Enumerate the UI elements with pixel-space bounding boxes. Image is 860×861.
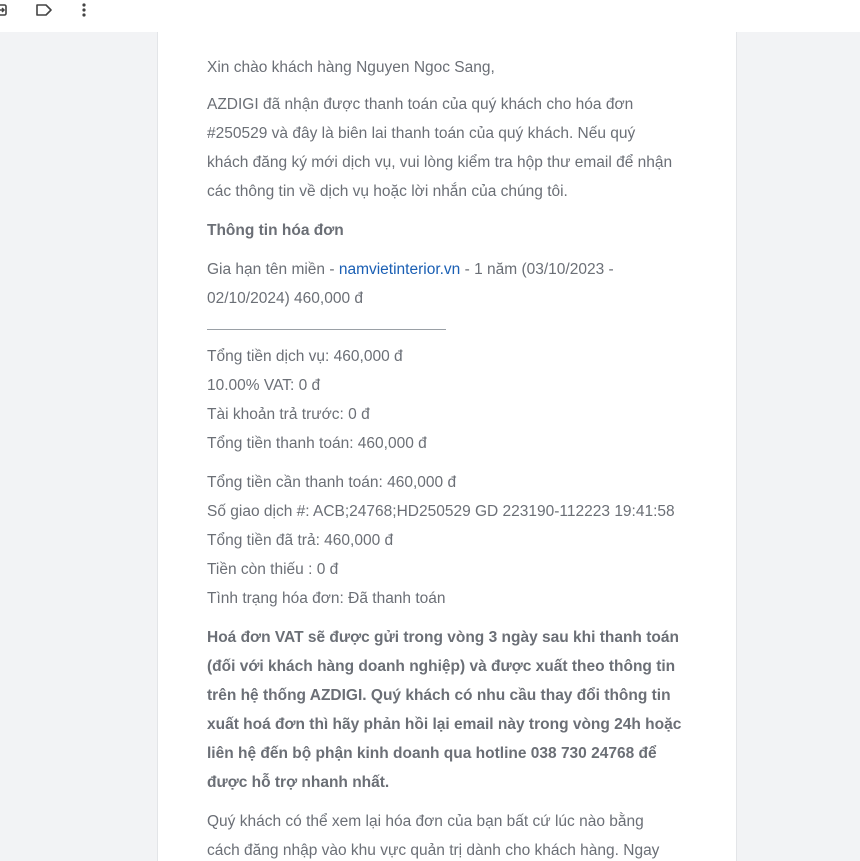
invoice-item: Gia hạn tên miền - namvietinterior.vn - … [207, 255, 614, 284]
greeting: Xin chào khách hàng Nguyen Ngoc Sang, [207, 59, 495, 76]
vat-notice-line: Hoá đơn VAT sẽ được gửi trong vòng 3 ngà… [207, 629, 679, 646]
vat-notice-line: liên hệ đến bộ phận kinh doanh qua hotli… [207, 745, 657, 762]
vat-notice-line: xuất hoá đơn thì hãy phản hồi lại email … [207, 716, 682, 733]
intro-line: các thông tin về dịch vụ hoặc lời nhắn c… [207, 183, 568, 200]
payment-line: Tiền còn thiếu : 0 đ [207, 561, 339, 578]
domain-link[interactable]: namvietinterior.vn [339, 261, 460, 278]
intro-line: AZDIGI đã nhận được thanh toán của quý k… [207, 96, 634, 113]
email-toolbar [0, 0, 860, 32]
item-prefix: Gia hạn tên miền - [207, 261, 339, 278]
more-vertical-icon[interactable] [74, 0, 94, 20]
payment-status: Tình trạng hóa đơn: Đã thanh toán [207, 590, 446, 607]
vat-notice-line: trên hệ thống AZDIGI. Quý khách có nhu c… [207, 687, 671, 704]
total-line: Tài khoản trả trước: 0 đ [207, 406, 370, 423]
vat-notice-line: (đối với khách hàng doanh nghiệp) và đượ… [207, 658, 676, 675]
closing-line: Quý khách có thể xem lại hóa đơn của bạn… [207, 813, 644, 830]
payment-line: Số giao dịch #: ACB;24768;HD250529 GD 22… [207, 503, 675, 520]
invoice-heading: Thông tin hóa đơn [207, 222, 344, 239]
total-line: 10.00% VAT: 0 đ [207, 377, 321, 394]
intro-line: #250529 và đây là biên lai thanh toán củ… [207, 125, 636, 142]
invoice-item-line2: 02/10/2024) 460,000 đ [207, 290, 363, 307]
item-suffix: - 1 năm (03/10/2023 - [460, 261, 614, 278]
move-to-icon[interactable] [0, 0, 12, 20]
email-card: Xin chào khách hàng Nguyen Ngoc Sang, AZ… [157, 32, 737, 861]
divider [207, 329, 446, 330]
label-icon[interactable] [34, 0, 54, 20]
vat-notice-line: được hỗ trợ nhanh nhất. [207, 774, 390, 791]
total-line: Tổng tiền dịch vụ: 460,000 đ [207, 348, 403, 365]
payment-line: Tổng tiền cần thanh toán: 460,000 đ [207, 474, 457, 491]
intro-line: khách đăng ký mới dịch vụ, vui lòng kiểm… [207, 154, 673, 171]
email-viewport: Xin chào khách hàng Nguyen Ngoc Sang, AZ… [0, 32, 860, 861]
total-line: Tổng tiền thanh toán: 460,000 đ [207, 435, 427, 452]
payment-line: Tổng tiền đã trả: 460,000 đ [207, 532, 394, 549]
closing-line: cách đăng nhập vào khu vực quản trị dành… [207, 842, 660, 859]
